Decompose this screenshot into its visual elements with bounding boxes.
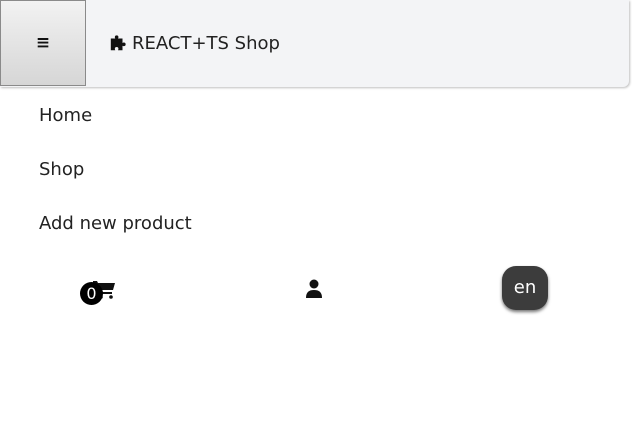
language-button[interactable]: en [502,266,548,310]
cart-button[interactable]: 0 [80,279,116,305]
main-nav: Home Shop Add new product [39,97,192,259]
menu-toggle-button[interactable]: ≡ [0,0,86,86]
hamburger-icon: ≡ [35,33,51,53]
nav-item-home[interactable]: Home [39,97,192,151]
toolbar: 0 en [0,266,632,312]
user-icon[interactable] [305,279,323,302]
puzzle-icon [109,34,127,52]
cart-count-badge: 0 [80,282,103,305]
brand-title: REACT+TS Shop [132,32,280,54]
brand[interactable]: REACT+TS Shop [109,31,280,55]
nav-item-shop[interactable]: Shop [39,151,192,205]
nav-item-add-new-product[interactable]: Add new product [39,205,192,259]
app-header: ≡ REACT+TS Shop [0,0,629,87]
